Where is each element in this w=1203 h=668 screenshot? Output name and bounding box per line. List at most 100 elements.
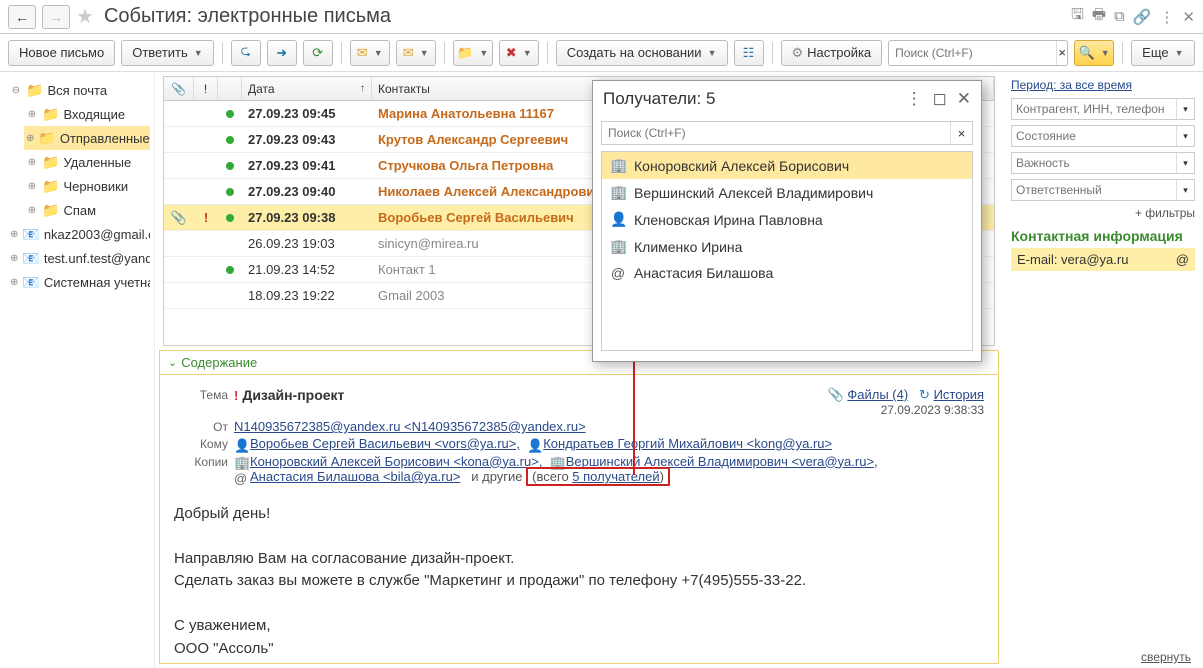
col-attachment-icon[interactable]: 📎 <box>164 77 194 100</box>
mail-subject: Дизайн-проект <box>242 387 344 403</box>
more-button[interactable]: Еще▼ <box>1131 40 1194 66</box>
importance-flag-icon: ! <box>234 388 238 403</box>
popup-search-clear[interactable]: × <box>950 122 972 144</box>
subject-label: Тема <box>174 387 228 402</box>
files-link[interactable]: Файлы (4) <box>847 387 908 402</box>
mail-timestamp: 27.09.2023 9:38:33 <box>828 403 984 417</box>
chevron-down-icon: ⌄ <box>168 356 177 369</box>
row-attachment-icon: 📎 <box>164 210 194 226</box>
tree-acc1[interactable]: ⊕📧nkaz2003@gmail.com <box>8 222 150 246</box>
row-status <box>218 210 242 225</box>
at-icon: @ <box>234 471 248 485</box>
save-icon[interactable]: 🖫 <box>1071 4 1084 29</box>
tree-acc2[interactable]: ⊕📧test.unf.test@yandex.ru <box>8 246 150 270</box>
popup-list-item[interactable]: 👤Кленовская Ирина Павловна <box>602 206 972 233</box>
new-mail-button[interactable]: Новое письмо <box>8 40 115 66</box>
popup-item-text: Анастасия Билашова <box>634 265 773 281</box>
link-icon[interactable]: 🔗 <box>1133 8 1152 26</box>
popup-item-text: Клименко Ирина <box>634 239 742 255</box>
org-icon: 🏢 <box>234 455 248 469</box>
row-date: 21.09.23 14:52 <box>242 262 372 277</box>
external-icon[interactable]: ⧉ <box>1114 8 1125 25</box>
popup-search-input[interactable] <box>602 122 950 144</box>
recipients-count-link[interactable]: 5 получателей <box>572 469 659 484</box>
row-date: 18.09.23 19:22 <box>242 288 372 303</box>
filter-importance[interactable]: ▾ <box>1011 152 1195 174</box>
nav-back-button[interactable]: ← <box>8 5 36 29</box>
folder-icon-button[interactable]: 📁▼ <box>453 40 493 66</box>
popup-list-item[interactable]: 🏢Вершинский Алексей Владимирович <box>602 179 972 206</box>
person-icon: 👤 <box>527 438 541 452</box>
close-icon[interactable]: ✕ <box>1182 8 1195 26</box>
row-date: 27.09.23 09:38 <box>242 210 372 225</box>
toolbar-search-clear[interactable]: × <box>1056 41 1067 65</box>
col-date[interactable]: Дата↑ <box>242 77 372 100</box>
tree-inbox[interactable]: ⊕📁Входящие <box>24 102 150 126</box>
to-link[interactable]: Кондратьев Георгий Михайлович <kong@ya.r… <box>543 436 832 451</box>
print-icon[interactable]: 🖶 <box>1092 4 1106 29</box>
filter-responsible[interactable]: ▾ <box>1011 179 1195 201</box>
right-panel: Период: за все время ▾ ▾ ▾ ▾ + фильтры К… <box>1003 72 1203 668</box>
tree-all-mail[interactable]: ⊖📁Вся почта <box>8 78 150 102</box>
row-date: 26.09.23 19:03 <box>242 236 372 251</box>
collapse-link[interactable]: свернуть <box>1141 650 1191 664</box>
refresh-icon-button[interactable]: ⟳ <box>303 40 333 66</box>
period-link[interactable]: Период: за все время <box>1011 78 1195 92</box>
org-icon: 🏢 <box>610 157 626 174</box>
cc-link[interactable]: Коноровский Алексей Борисович <kona@ya.r… <box>250 454 542 469</box>
popup-title: Получатели: 5 <box>603 89 715 109</box>
tree-sent[interactable]: ⊕📁Отправленные <box>24 126 150 150</box>
from-link[interactable]: N140935672385@yandex.ru <N140935672385@y… <box>234 419 586 434</box>
popup-close-icon[interactable]: ✕ <box>957 89 971 109</box>
more-icon[interactable]: ⋮ <box>1159 8 1174 26</box>
tree-drafts[interactable]: ⊕📁Черновики <box>24 174 150 198</box>
to-link[interactable]: Воробьев Сергей Васильевич <vors@ya.ru>, <box>250 436 520 451</box>
popup-maximize-icon[interactable]: ◻ <box>933 89 947 109</box>
at-icon: @ <box>1176 252 1189 267</box>
delete-icon-button[interactable]: ✖▼ <box>499 40 539 66</box>
popup-search[interactable]: × <box>601 121 973 145</box>
page-title: События: электронные письма <box>104 5 391 28</box>
popup-more-icon[interactable]: ⋮ <box>906 89 923 109</box>
settings-button[interactable]: ⚙ Настройка <box>781 40 883 66</box>
forward-icon-button[interactable]: ➜ <box>267 40 297 66</box>
send-receive-icon-button[interactable]: ✉▼ <box>350 40 390 66</box>
mark-icon-button[interactable]: ✉▼ <box>396 40 436 66</box>
filter-state[interactable]: ▾ <box>1011 125 1195 147</box>
popup-item-text: Вершинский Алексей Владимирович <box>634 185 873 201</box>
popup-list-item[interactable]: 🏢 Коноровский Алексей Борисович <box>602 152 972 179</box>
row-status <box>218 106 242 121</box>
reply-all-icon-button[interactable]: ⮎ <box>231 40 261 66</box>
popup-item-text: Коноровский Алексей Борисович <box>634 158 849 174</box>
contact-info-row[interactable]: E-mail: vera@ya.ru @ <box>1011 248 1195 271</box>
row-status <box>218 184 242 199</box>
person-icon: 👤 <box>234 438 248 452</box>
create-based-button[interactable]: Создать на основании▼ <box>556 40 728 66</box>
folder-tree: ⊖📁Вся почта ⊕📁Входящие ⊕📁Отправленные ⊕📁… <box>0 72 155 668</box>
mail-view: Тема !Дизайн-проект 📎 Файлы (4) ↻ Истори… <box>159 374 999 664</box>
structure-icon-button[interactable]: ☷ <box>734 40 764 66</box>
toolbar-search-input[interactable] <box>889 41 1056 65</box>
nav-forward-button[interactable]: → <box>42 5 70 29</box>
popup-list-item[interactable]: @Анастасия Билашова <box>602 260 972 286</box>
popup-list-item[interactable]: 🏢Клименко Ирина <box>602 233 972 260</box>
history-link[interactable]: История <box>934 387 984 402</box>
recipients-popup: Получатели: 5 ⋮ ◻ ✕ × 🏢 Коноровский Алекс… <box>592 80 982 362</box>
from-label: От <box>174 419 228 434</box>
favorite-star-icon[interactable]: ★ <box>76 4 94 29</box>
col-importance-icon[interactable]: ! <box>194 77 218 100</box>
tree-deleted[interactable]: ⊕📁Удаленные <box>24 150 150 174</box>
to-label: Кому <box>174 436 228 451</box>
popup-item-text: Кленовская Ирина Павловна <box>634 212 823 228</box>
more-filters-link[interactable]: + фильтры <box>1011 206 1195 220</box>
toolbar-search[interactable]: × <box>888 40 1068 66</box>
cc-label: Копии <box>174 454 228 469</box>
tree-spam[interactable]: ⊕📁Спам <box>24 198 150 222</box>
reply-button[interactable]: Ответить▼ <box>121 40 214 66</box>
search-button[interactable]: 🔍▼ <box>1074 40 1114 66</box>
col-status[interactable] <box>218 77 242 100</box>
tree-acc3[interactable]: ⊕📧Системная учетная запись <box>8 270 150 294</box>
filter-counterparty[interactable]: ▾ <box>1011 98 1195 120</box>
cc-link[interactable]: Анастасия Билашова <bila@ya.ru> <box>250 469 460 484</box>
attachment-icon: 📎 <box>828 387 844 402</box>
